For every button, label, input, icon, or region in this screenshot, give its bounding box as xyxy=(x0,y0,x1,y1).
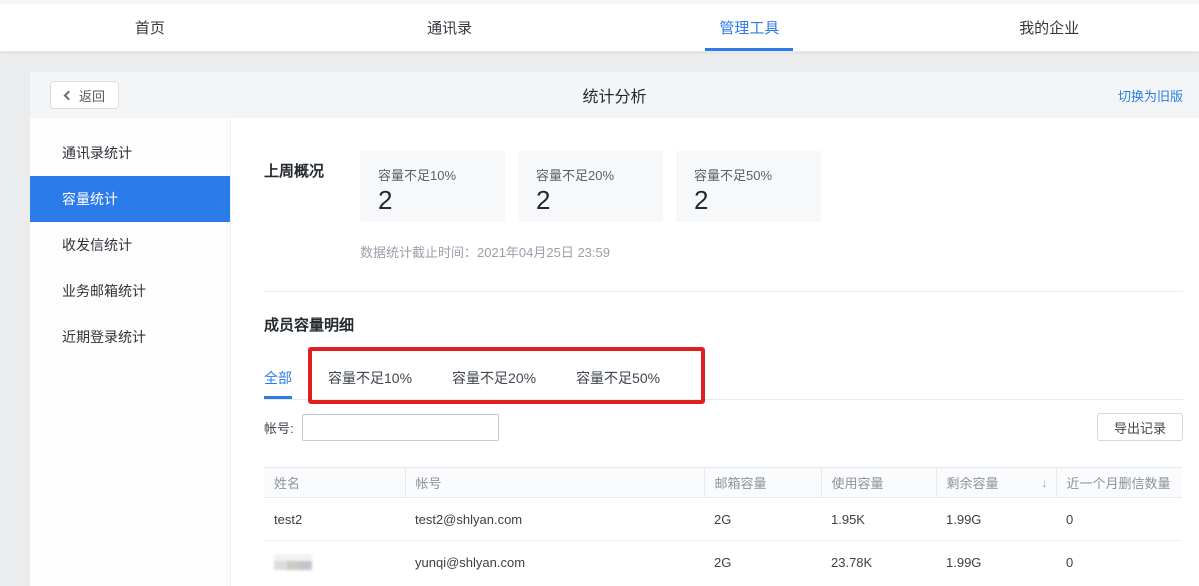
nav-item-label: 我的企业 xyxy=(1019,17,1079,38)
col-header-quota: 邮箱容量 xyxy=(704,468,821,498)
stat-card-label: 容量不足10% xyxy=(378,165,487,184)
top-nav: 首页 通讯录 管理工具 我的企业 xyxy=(0,4,1199,52)
tab-all[interactable]: 全部 xyxy=(264,352,292,399)
col-header-used: 使用容量 xyxy=(821,468,936,498)
panel-header: 返回 统计分析 切换为旧版 xyxy=(30,72,1199,118)
stat-card-value: 2 xyxy=(694,186,803,214)
main-content: 上周概况 容量不足10% 2 容量不足20% 2 容量不足50% 2 xyxy=(231,118,1199,586)
nav-item-admin-tools[interactable]: 管理工具 xyxy=(600,4,900,51)
export-records-button[interactable]: 导出记录 xyxy=(1097,413,1183,441)
cell-name: test2 xyxy=(264,498,405,541)
sidebar-item-contacts-stats[interactable]: 通讯录统计 xyxy=(30,130,230,176)
sidebar-item-label: 业务邮箱统计 xyxy=(62,283,146,299)
sidebar-item-label: 容量统计 xyxy=(62,191,118,207)
sort-desc-icon[interactable]: ↓ xyxy=(1042,476,1050,490)
overview-section-label: 上周概况 xyxy=(264,151,360,222)
chevron-left-icon xyxy=(64,90,74,100)
cell-used: 23.78K xyxy=(821,541,936,584)
tab-under-20[interactable]: 容量不足20% xyxy=(452,352,536,399)
tab-under-10[interactable]: 容量不足10% xyxy=(328,352,412,399)
stat-card-label: 容量不足20% xyxy=(536,165,645,184)
member-capacity-table: 姓名 帐号 邮箱容量 使用容量 剩余容量 ↓ 近一个月删信数量 xyxy=(264,467,1182,584)
switch-to-old-version-link[interactable]: 切换为旧版 xyxy=(1118,86,1183,105)
cell-remaining: 1.99G xyxy=(936,498,1056,541)
sidebar-item-capacity-stats[interactable]: 容量统计 xyxy=(30,176,230,222)
stat-card-value: 2 xyxy=(536,186,645,214)
col-header-deleted-last-month: 近一个月删信数量 xyxy=(1056,468,1182,498)
nav-item-my-company[interactable]: 我的企业 xyxy=(899,4,1199,51)
col-header-remaining: 剩余容量 ↓ xyxy=(936,468,1056,498)
sidebar: 通讯录统计 容量统计 收发信统计 业务邮箱统计 近期登录统计 xyxy=(30,118,231,586)
cell-quota: 2G xyxy=(704,541,821,584)
section-divider xyxy=(264,291,1183,292)
nav-item-home[interactable]: 首页 xyxy=(0,4,300,51)
table-row: test2 test2@shlyan.com 2G 1.95K 1.99G 0 xyxy=(264,498,1182,541)
stat-card-label: 容量不足50% xyxy=(694,165,803,184)
statistics-panel: 返回 统计分析 切换为旧版 通讯录统计 容量统计 收发信统计 业务邮箱统计 近期… xyxy=(30,72,1199,586)
sidebar-item-recent-login-stats[interactable]: 近期登录统计 xyxy=(30,314,230,360)
account-filter: 帐号: xyxy=(264,414,499,441)
cell-quota: 2G xyxy=(704,498,821,541)
account-filter-label: 帐号: xyxy=(264,418,294,437)
sidebar-item-mail-send-receive-stats[interactable]: 收发信统计 xyxy=(30,222,230,268)
cell-remaining: 1.99G xyxy=(936,541,1056,584)
nav-item-label: 首页 xyxy=(135,17,165,38)
table-row: yunqi@shlyan.com 2G 23.78K 1.99G 0 xyxy=(264,541,1182,584)
account-search-input[interactable] xyxy=(302,414,499,441)
tab-under-50[interactable]: 容量不足50% xyxy=(576,352,660,399)
nav-item-contacts[interactable]: 通讯录 xyxy=(300,4,600,51)
redacted-name-blur xyxy=(274,554,312,570)
stat-card-under-50: 容量不足50% 2 xyxy=(676,151,821,222)
sidebar-item-label: 通讯录统计 xyxy=(62,145,132,161)
stat-card-under-10: 容量不足10% 2 xyxy=(360,151,505,222)
cell-deleted: 0 xyxy=(1056,498,1182,541)
back-button-label: 返回 xyxy=(79,86,105,105)
cell-used: 1.95K xyxy=(821,498,936,541)
member-capacity-detail-title: 成员容量明细 xyxy=(264,316,1183,336)
capacity-filter-tabs: 全部 容量不足10% 容量不足20% 容量不足50% xyxy=(264,352,1183,400)
panel-body: 通讯录统计 容量统计 收发信统计 业务邮箱统计 近期登录统计 上周概况 容量不足… xyxy=(30,118,1199,586)
cell-account: yunqi@shlyan.com xyxy=(405,541,704,584)
sidebar-item-label: 收发信统计 xyxy=(62,237,132,253)
col-header-remaining-label: 剩余容量 xyxy=(947,473,999,492)
sidebar-item-label: 近期登录统计 xyxy=(62,329,146,345)
sidebar-item-business-mailbox-stats[interactable]: 业务邮箱统计 xyxy=(30,268,230,314)
back-button[interactable]: 返回 xyxy=(50,81,119,109)
col-header-name: 姓名 xyxy=(264,468,405,498)
stat-card-value: 2 xyxy=(378,186,487,214)
overview-cards: 容量不足10% 2 容量不足20% 2 容量不足50% 2 xyxy=(360,151,834,222)
table-header-row: 姓名 帐号 邮箱容量 使用容量 剩余容量 ↓ 近一个月删信数量 xyxy=(264,468,1182,498)
page-title: 统计分析 xyxy=(582,83,646,107)
active-tab-underline xyxy=(705,48,793,51)
last-week-overview: 上周概况 容量不足10% 2 容量不足20% 2 容量不足50% 2 xyxy=(264,151,1183,222)
cell-deleted: 0 xyxy=(1056,541,1182,584)
data-cutoff-timestamp: 数据统计截止时间：2021年04月25日 23:59 xyxy=(360,245,1183,261)
nav-item-label: 通讯录 xyxy=(427,17,472,38)
filter-row: 帐号: 导出记录 xyxy=(264,413,1183,441)
cell-name xyxy=(264,541,405,584)
col-header-account: 帐号 xyxy=(405,468,704,498)
cell-account: test2@shlyan.com xyxy=(405,498,704,541)
stat-card-under-20: 容量不足20% 2 xyxy=(518,151,663,222)
nav-item-label: 管理工具 xyxy=(719,17,779,38)
